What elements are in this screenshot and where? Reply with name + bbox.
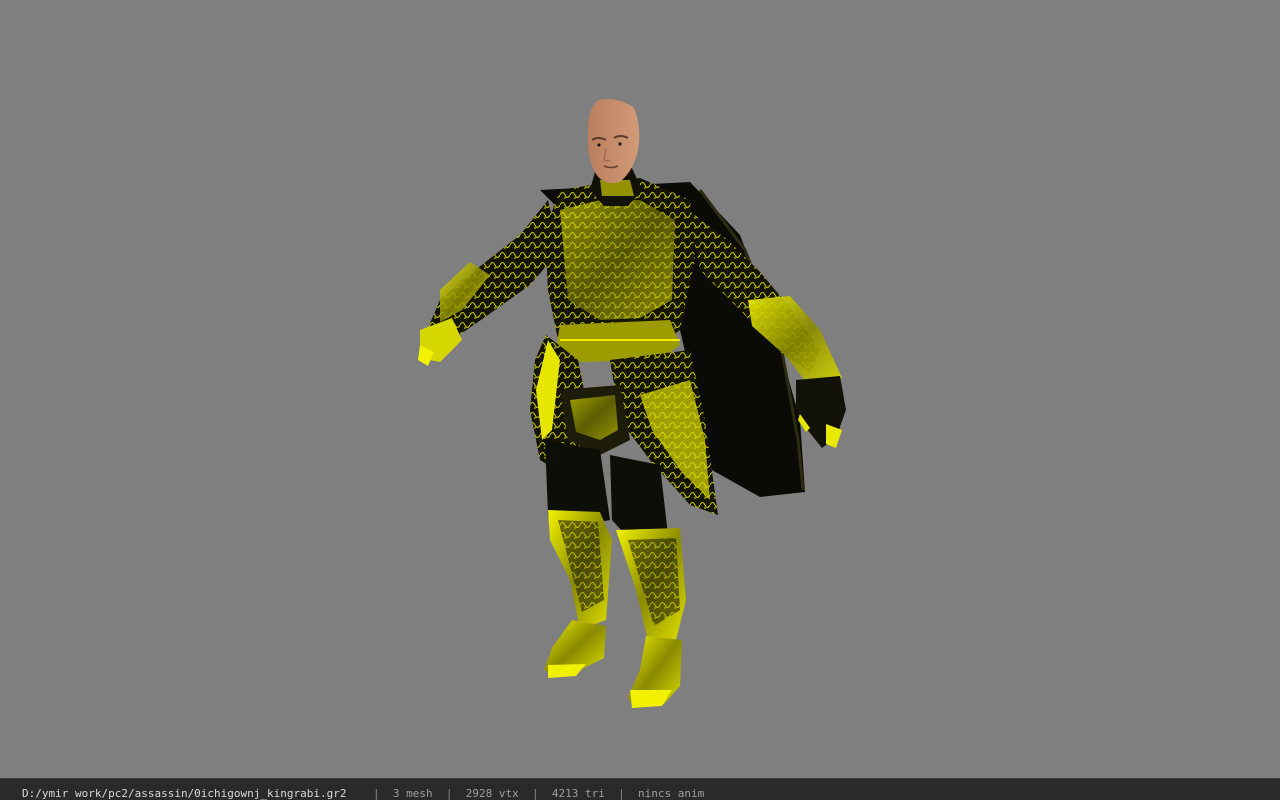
file-path: D:/ymir work/pc2/assassin/0ichigownj_kin… — [22, 787, 347, 800]
vertex-count: 2928 vtx — [465, 787, 519, 800]
armored-character-model[interactable] — [0, 0, 1280, 778]
separator: | — [532, 787, 539, 800]
separator: | — [445, 787, 453, 800]
mesh-count: 3 mesh — [392, 787, 433, 800]
3d-viewport[interactable] — [0, 0, 1280, 778]
animation-status: nincs anim — [637, 787, 705, 800]
triangle-count: 4213 tri — [551, 787, 605, 800]
left-arm — [418, 200, 560, 366]
separator: | — [618, 787, 625, 800]
status-bar: D:/ymir work/pc2/assassin/0ichigownj_kin… — [0, 778, 1280, 800]
separator: | — [373, 787, 380, 800]
